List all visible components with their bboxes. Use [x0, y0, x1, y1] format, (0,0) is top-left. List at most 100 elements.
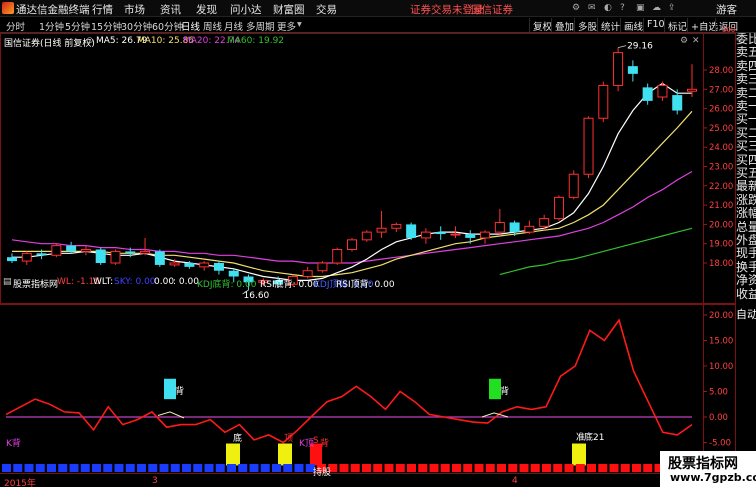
tab-monthly[interactable]: 月线 — [224, 19, 243, 33]
annotation-s: S — [313, 436, 319, 446]
help-icon[interactable]: ? — [620, 3, 625, 13]
candle-body-up — [420, 231, 431, 239]
ma-toggle-icon[interactable]: ⊙ — [86, 36, 94, 46]
signal-strip-block — [260, 464, 270, 472]
signal-strip-block — [452, 464, 461, 472]
tab-15min[interactable]: 15分钟 — [91, 19, 122, 33]
signal-strip-block — [553, 464, 563, 472]
tab-5min[interactable]: 5分钟 — [65, 19, 90, 33]
candle-body-up — [21, 252, 32, 262]
candle-body-up — [480, 231, 491, 239]
quote-field-11: 最新 — [736, 180, 756, 194]
menu-item-ask[interactable]: 问小达 — [230, 2, 262, 17]
broker-name[interactable]: 国信证券 — [471, 2, 513, 17]
tab-weekly[interactable]: 周线 — [203, 19, 222, 33]
app-logo-icon — [2, 2, 14, 14]
candle-body-up — [347, 239, 357, 250]
indicator-menu-icon[interactable]: ▤ — [3, 277, 12, 287]
annotation-hold: 持股 — [313, 468, 332, 478]
skin-icon[interactable]: ◐ — [604, 3, 612, 13]
menu-item-discover[interactable]: 发现 — [196, 2, 217, 17]
top-axis-label: 300 — [722, 26, 736, 34]
signal-strip-block — [384, 464, 394, 472]
tab-60min[interactable]: 60分钟 — [152, 19, 183, 33]
signal-strip-block — [587, 464, 596, 472]
menu-item-quotes[interactable]: 行情 — [92, 2, 113, 17]
quote-field-8: 买三 — [736, 140, 756, 154]
quote-field-5: 卖一 — [736, 100, 756, 113]
candle-body-up — [391, 223, 402, 229]
wlt-line-segment-2 — [481, 412, 509, 418]
candle-body-up — [583, 117, 594, 175]
tab-intraday[interactable]: 分时 — [6, 19, 25, 33]
signal-strip — [2, 464, 698, 472]
candle-body-down — [154, 251, 165, 265]
more-chevron-down-icon[interactable]: ▾ — [297, 19, 302, 30]
share-icon[interactable]: ⇪ — [668, 3, 676, 13]
tab-more[interactable]: 更多 — [277, 19, 296, 33]
price-tick-label: 23.00 — [709, 163, 733, 173]
signal-strip-block — [643, 464, 653, 472]
annotation-divergence-2: 背 — [500, 387, 510, 397]
settings-icon[interactable]: ⚙ — [572, 3, 580, 13]
user-label[interactable]: 游客 — [716, 2, 737, 17]
tab-1min[interactable]: 1分钟 — [39, 19, 64, 33]
indicator-tick-label: 5.00 — [709, 388, 728, 398]
signal-strip-block — [497, 464, 506, 472]
high-price-label: 29.16 — [627, 42, 653, 52]
candle-body-up — [539, 218, 550, 227]
signal-strip-block — [474, 464, 484, 472]
message-icon[interactable]: ✉ — [588, 3, 596, 13]
signal-strip-block — [407, 464, 416, 472]
quote-field-15: 外盘 — [736, 234, 756, 247]
signal-strip-block — [519, 464, 529, 472]
candle-body-up — [687, 88, 697, 92]
settings-gear-icon[interactable]: ⚙ — [680, 36, 688, 46]
tab-30min[interactable]: 30分钟 — [121, 19, 152, 33]
auto-button[interactable]: 自动 — [736, 306, 756, 322]
signal-strip-block — [440, 464, 450, 472]
signal-strip-block — [609, 464, 619, 472]
tab-multi-period[interactable]: 多周期 — [246, 19, 275, 33]
close-icon[interactable]: ✕ — [692, 36, 700, 46]
quote-field-18: 净资 — [736, 274, 756, 288]
quote-field-14: 总量 — [736, 220, 756, 234]
candle-body-up — [524, 225, 535, 233]
signal-strip-block — [137, 464, 146, 472]
menu-item-news[interactable]: 资讯 — [160, 2, 181, 17]
signal-strip-block — [35, 464, 45, 472]
signal-strip-block — [530, 464, 540, 472]
date-label-2015: 2015年 — [4, 479, 36, 487]
cloud-icon[interactable]: ☁ — [652, 3, 661, 13]
candle-body-up — [361, 231, 372, 241]
tab-daily[interactable]: 日线 — [181, 19, 200, 33]
annotation-k-divergence: K背 — [6, 439, 21, 449]
signal-strip-block — [170, 464, 180, 472]
menu-item-wealth[interactable]: 财富圈 — [273, 2, 305, 17]
price-tick-label: 18.00 — [709, 259, 733, 269]
indicator-tick-label: 10.00 — [709, 362, 733, 372]
quote-field-13: 涨幅 — [736, 207, 756, 221]
signal-strip-block — [564, 464, 574, 472]
annotation-top: 顶 — [284, 434, 294, 444]
wl-line — [5, 318, 693, 444]
quote-field-10: 买五 — [736, 167, 756, 180]
wlt-label: WLT: — [93, 277, 114, 287]
candle-body-down — [125, 251, 136, 254]
signal-strip-block — [47, 464, 56, 472]
candle-body-up — [376, 227, 387, 233]
chart-area[interactable]: 28.00 27.00 26.00 25.00 24.00 23.00 22.00 21.00… — [0, 33, 756, 487]
candle-body-up — [598, 84, 609, 119]
indicator-tick-label: 15.00 — [709, 337, 733, 347]
date-label-april: 4 — [512, 476, 518, 486]
lock-icon[interactable]: ▣ — [636, 3, 645, 13]
menu-item-trade[interactable]: 交易 — [316, 2, 337, 17]
quote-field-7: 买二 — [736, 126, 756, 140]
signal-strip-block — [272, 464, 281, 472]
watermark-title: 股票指标网 — [668, 456, 738, 472]
price-tick-label: 27.00 — [709, 85, 733, 95]
candle-body-up — [302, 270, 313, 278]
date-label-march: 3 — [152, 476, 158, 486]
menu-item-market[interactable]: 市场 — [124, 2, 145, 17]
signal-strip-block — [294, 464, 304, 472]
